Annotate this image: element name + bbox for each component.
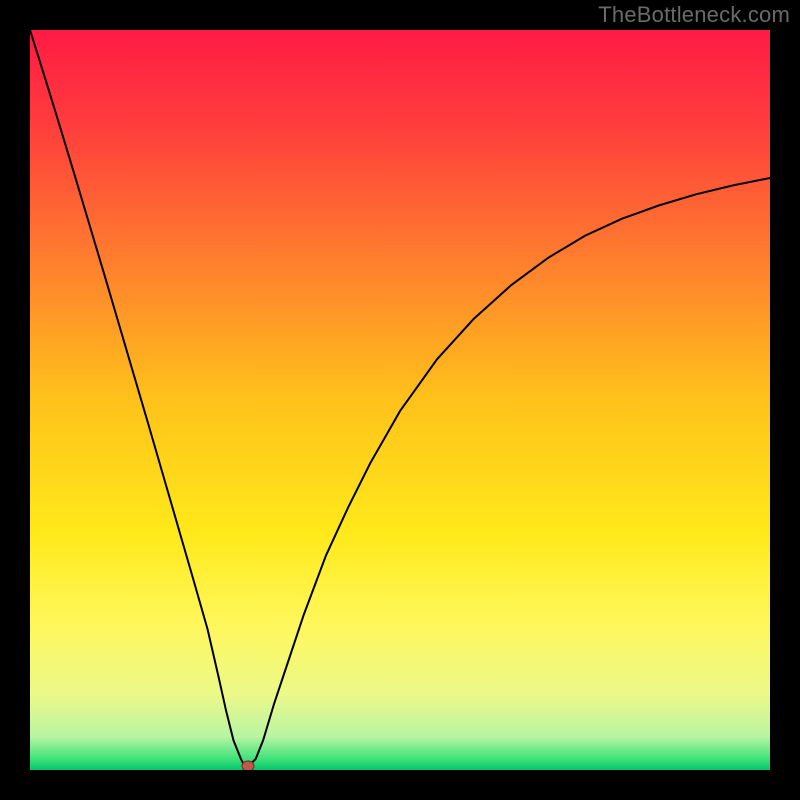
chart-frame: TheBottleneck.com: [0, 0, 800, 800]
watermark-text: TheBottleneck.com: [598, 2, 790, 28]
plot-area: [30, 30, 770, 770]
optimal-point-marker: [242, 761, 255, 770]
bottleneck-curve: [30, 30, 770, 770]
